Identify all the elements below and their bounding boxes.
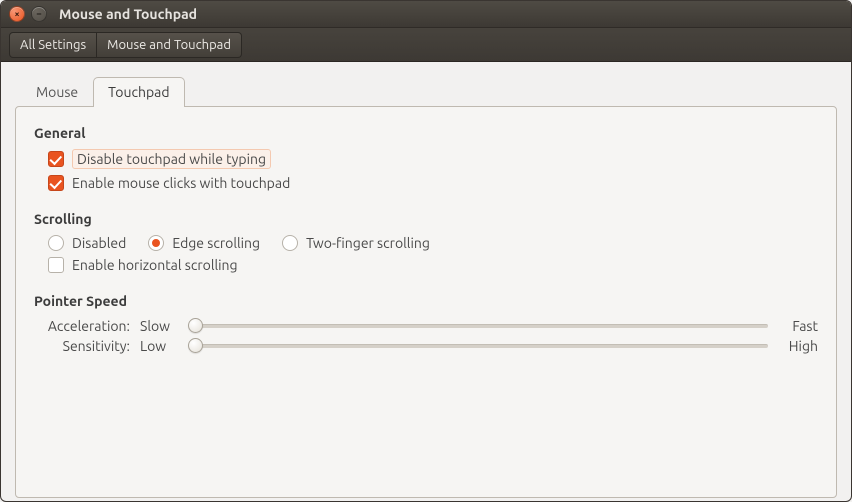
label-acceleration-low: Slow: [140, 318, 178, 334]
label-sensitivity-high: High: [780, 338, 818, 354]
radio-scrolling-edge[interactable]: [148, 235, 164, 251]
breadcrumb-all-settings[interactable]: All Settings: [9, 32, 97, 58]
tab-panel-touchpad: General Disable touchpad while typing En…: [15, 106, 837, 498]
label-horizontal-scrolling[interactable]: Enable horizontal scrolling: [72, 257, 238, 273]
section-pointer-title: Pointer Speed: [34, 293, 818, 309]
minimize-icon[interactable]: –: [31, 6, 47, 22]
checkbox-disable-while-typing[interactable]: [48, 151, 64, 167]
slider-sensitivity[interactable]: [188, 337, 770, 355]
checkbox-enable-clicks[interactable]: [48, 175, 64, 191]
label-scrolling-edge[interactable]: Edge scrolling: [172, 235, 260, 251]
breadcrumb-current[interactable]: Mouse and Touchpad: [97, 32, 242, 58]
breadcrumb: All Settings Mouse and Touchpad: [1, 28, 851, 62]
section-general-title: General: [34, 125, 818, 141]
radio-scrolling-twofinger[interactable]: [282, 235, 298, 251]
titlebar: × – Mouse and Touchpad: [1, 1, 851, 28]
content-area: Mouse Touchpad General Disable touchpad …: [1, 62, 851, 502]
checkbox-horizontal-scrolling[interactable]: [48, 257, 64, 273]
label-disable-while-typing[interactable]: Disable touchpad while typing: [72, 149, 271, 169]
section-scrolling-title: Scrolling: [34, 211, 818, 227]
close-icon[interactable]: ×: [9, 6, 25, 22]
tab-touchpad[interactable]: Touchpad: [93, 77, 184, 107]
label-sensitivity: Sensitivity:: [38, 338, 130, 354]
tab-row: Mouse Touchpad: [21, 76, 837, 106]
window-title: Mouse and Touchpad: [59, 6, 197, 22]
slider-acceleration[interactable]: [188, 317, 770, 335]
label-sensitivity-low: Low: [140, 338, 178, 354]
label-acceleration: Acceleration:: [38, 318, 130, 334]
radio-scrolling-disabled[interactable]: [48, 235, 64, 251]
label-enable-clicks[interactable]: Enable mouse clicks with touchpad: [72, 175, 290, 191]
label-scrolling-twofinger[interactable]: Two-finger scrolling: [306, 235, 430, 251]
label-scrolling-disabled[interactable]: Disabled: [72, 235, 126, 251]
label-acceleration-high: Fast: [780, 318, 818, 334]
tab-mouse[interactable]: Mouse: [21, 77, 93, 107]
